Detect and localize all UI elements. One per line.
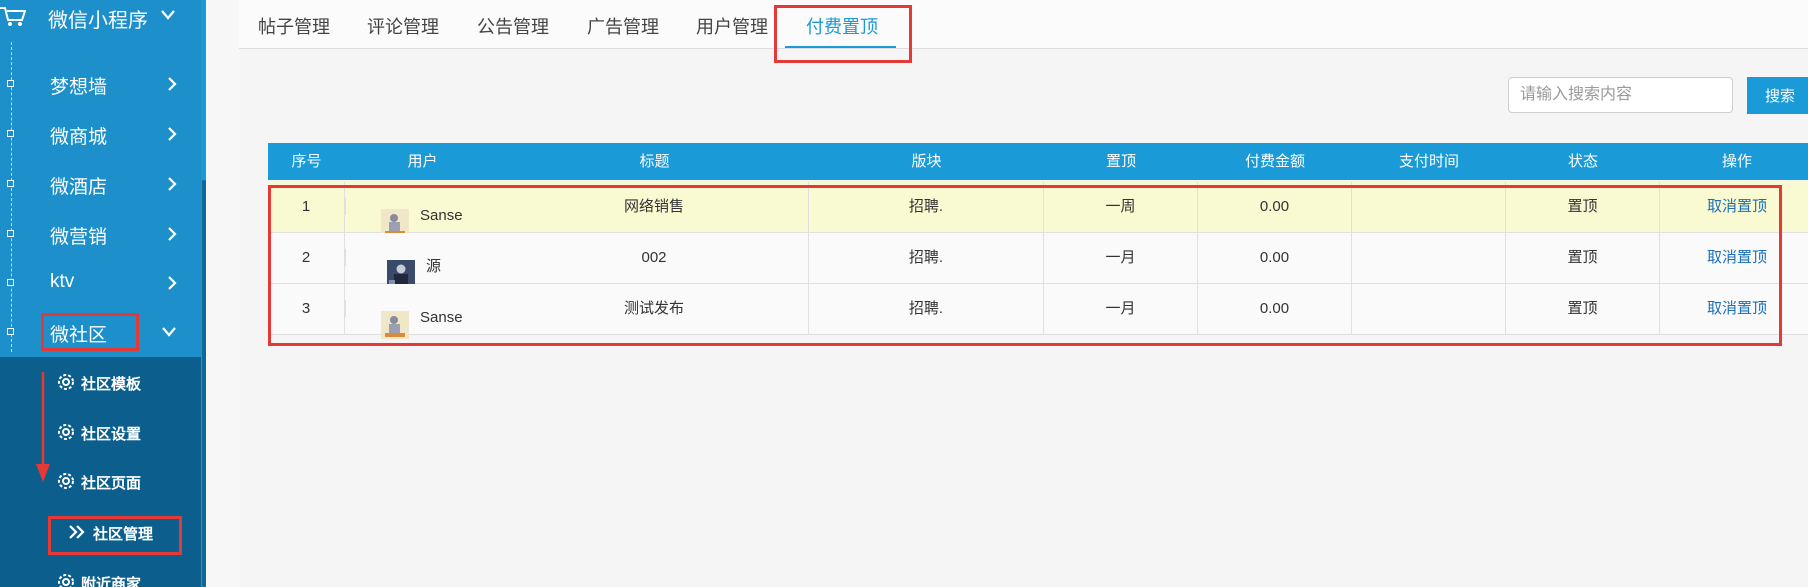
tab-announcements[interactable]: 公告管理 — [477, 13, 549, 39]
sidebar-item-label: ktv — [50, 271, 75, 292]
table-header: 序号 用户 标题 版块 置顶 付费金额 支付时间 状态 操作 — [268, 143, 1808, 180]
tree-node-icon — [7, 230, 14, 237]
chevron-right-icon — [168, 77, 177, 91]
tree-node-icon — [7, 279, 14, 286]
sidebar-subitem-community-settings[interactable]: 社区设置 — [0, 412, 201, 452]
sidebar-subitem-label: 附近商家 — [81, 576, 142, 587]
highlight-box-community-management — [48, 516, 182, 555]
tree-node-icon — [7, 130, 14, 137]
gear-icon — [58, 473, 74, 489]
tab-comments[interactable]: 评论管理 — [367, 13, 439, 39]
column-header-amount: 付费金额 — [1244, 153, 1305, 170]
sidebar-item-dream-wall[interactable]: 梦想墙 — [0, 63, 201, 105]
highlight-box-paid-top-tab — [774, 5, 912, 63]
column-header-user: 用户 — [407, 153, 438, 170]
tree-node-icon — [7, 328, 14, 335]
column-header-top: 置顶 — [1105, 153, 1136, 170]
sidebar-subitem-label: 社区模板 — [81, 376, 142, 393]
gear-icon — [58, 374, 74, 390]
highlight-box-micro-community — [41, 313, 139, 351]
column-header-action: 操作 — [1721, 153, 1752, 170]
gear-icon — [58, 574, 74, 587]
sidebar-item-label: 梦想墙 — [50, 77, 108, 98]
search-button[interactable]: 搜索 — [1747, 77, 1808, 114]
column-header-status: 状态 — [1567, 153, 1598, 170]
column-header-index: 序号 — [291, 153, 322, 170]
sidebar-subitem-nearby-merchants[interactable]: 附近商家 — [0, 562, 201, 587]
chevron-right-icon — [168, 127, 177, 141]
sidebar-item-micro-marketing[interactable]: 微营销 — [0, 213, 201, 255]
search-input[interactable] — [1508, 77, 1733, 113]
sidebar-item-micro-mall[interactable]: 微商城 — [0, 113, 201, 155]
sidebar-item-micro-hotel[interactable]: 微酒店 — [0, 163, 201, 205]
column-header-pay-time: 支付时间 — [1398, 153, 1459, 170]
sidebar-subitem-label: 社区页面 — [81, 475, 142, 492]
sidebar-subitem-community-page[interactable]: 社区页面 — [0, 461, 201, 501]
sidebar-item-ktv[interactable]: ktv — [0, 262, 201, 304]
sidebar-subitem-community-template[interactable]: 社区模板 — [0, 362, 201, 402]
annotation-arrow-down-icon — [36, 372, 50, 482]
content-gutter — [206, 0, 240, 587]
tab-ads[interactable]: 广告管理 — [587, 13, 659, 39]
column-header-section: 版块 — [911, 153, 942, 170]
chevron-right-icon — [168, 276, 177, 290]
cart-icon — [0, 7, 26, 26]
chevron-right-icon — [168, 227, 177, 241]
tab-users[interactable]: 用户管理 — [696, 13, 768, 39]
tab-posts[interactable]: 帖子管理 — [258, 13, 330, 39]
chevron-down-icon — [161, 10, 175, 20]
highlight-box-table-rows — [268, 185, 1782, 346]
tab-bar — [239, 0, 1808, 49]
column-header-title: 标题 — [639, 153, 670, 170]
sidebar: 微信小程序 梦想墙 微商城 微酒店 微营销 ktv 微社区 社区模板 社区设置 … — [0, 0, 206, 587]
sidebar-subitem-label: 社区设置 — [81, 426, 142, 443]
sidebar-item-label: 微酒店 — [50, 177, 108, 198]
chevron-down-icon — [162, 327, 176, 337]
nav-header-label: 微信小程序 — [48, 10, 148, 32]
tree-node-icon — [7, 180, 14, 187]
gear-icon — [58, 424, 74, 440]
tree-node-icon — [7, 80, 14, 87]
sidebar-item-label: 微商城 — [50, 127, 108, 148]
nav-header-wechat-miniprogram[interactable]: 微信小程序 — [0, 0, 201, 34]
sidebar-item-label: 微营销 — [50, 227, 108, 248]
chevron-right-icon — [168, 177, 177, 191]
